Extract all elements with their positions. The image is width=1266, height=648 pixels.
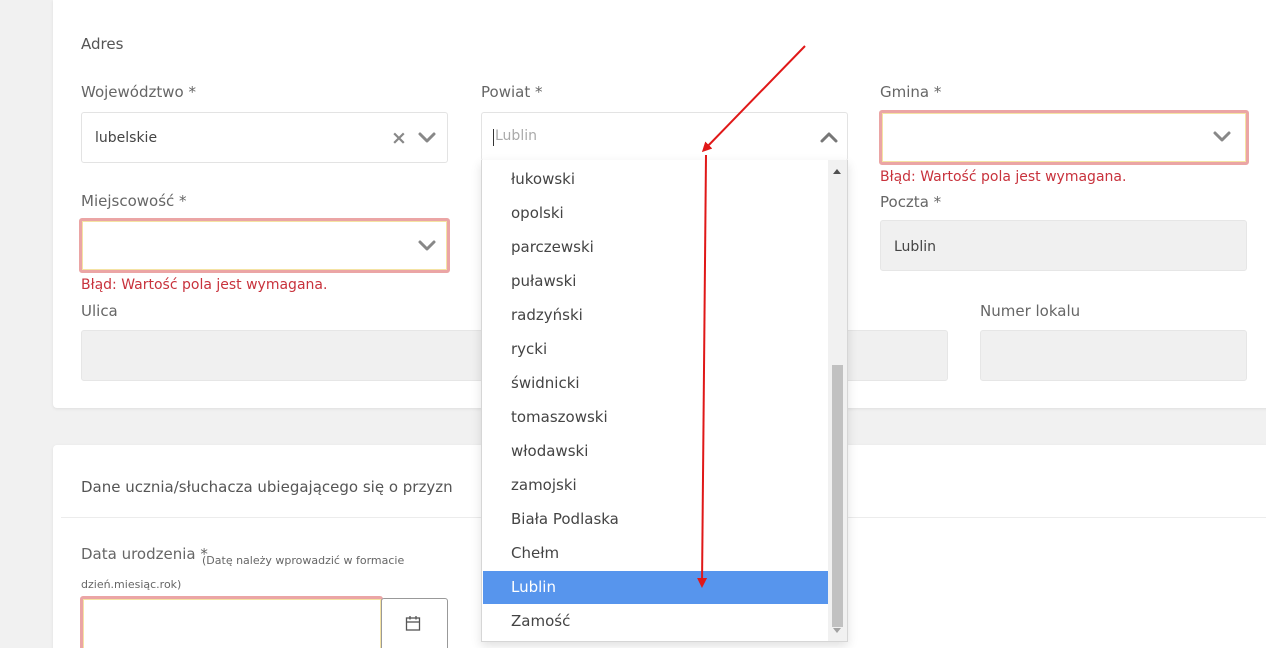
chevron-down-icon[interactable] [417, 239, 437, 253]
calendar-icon [405, 616, 421, 631]
powiat-select[interactable]: Lublin [481, 112, 848, 161]
powiat-label: Powiat * [481, 83, 543, 101]
dropdown-scrollbar[interactable] [828, 160, 847, 641]
dropdown-option[interactable]: Zamość [483, 605, 828, 638]
chevron-down-icon[interactable] [417, 131, 437, 145]
gmina-select[interactable] [879, 110, 1249, 165]
birth-date-input[interactable] [80, 596, 383, 648]
dropdown-option[interactable]: Biała Podlaska [483, 503, 828, 536]
powiat-dropdown-list[interactable]: Zamość Lublin Chełm Biała Podlaska zamojski w… [481, 160, 848, 642]
miejscowosc-select[interactable] [79, 218, 450, 273]
dropdown-option[interactable]: parczewski [483, 231, 828, 264]
powiat-search-input[interactable]: Lublin [493, 128, 537, 146]
gmina-label: Gmina * [880, 83, 942, 101]
numer-lokalu-label: Numer lokalu [980, 302, 1081, 320]
scroll-down-arrow[interactable] [833, 628, 841, 633]
poczta-label: Poczta * [880, 193, 942, 211]
miejscowosc-error: Błąd: Wartość pola jest wymagana. [81, 277, 328, 293]
chevron-up-icon[interactable] [819, 130, 839, 144]
chevron-down-icon[interactable] [1212, 130, 1232, 144]
miejscowosc-label: Miejscowość * [81, 192, 187, 210]
dropdown-option[interactable]: opolski [483, 197, 828, 230]
wojewodztwo-select[interactable]: lubelskie × [81, 112, 448, 163]
dropdown-option[interactable]: włodawski [483, 435, 828, 468]
dropdown-option[interactable]: zamojski [483, 469, 828, 502]
student-section-title: Dane ucznia/słuchacza ubiegającego się o… [81, 478, 453, 496]
dropdown-option[interactable]: świdnicki [483, 367, 828, 400]
address-section-title: Adres [81, 35, 124, 53]
dropdown-option[interactable]: łukowski [483, 163, 828, 196]
dropdown-option[interactable]: Lublin [483, 571, 828, 604]
dropdown-option[interactable]: Chełm [483, 537, 828, 570]
wojewodztwo-value: lubelskie [95, 130, 158, 146]
numer-lokalu-field[interactable] [980, 330, 1247, 381]
scroll-thumb[interactable] [832, 365, 843, 627]
ulica-label: Ulica [81, 302, 118, 320]
poczta-value: Lublin [894, 239, 936, 255]
dropdown-option[interactable]: puławski [483, 265, 828, 298]
calendar-button[interactable] [381, 598, 448, 648]
scroll-up-arrow[interactable] [833, 169, 841, 174]
poczta-field[interactable]: Lublin [880, 220, 1247, 271]
birth-date-hint: (Datę należy wprowadzić w formacie dzień… [81, 554, 405, 591]
gmina-error: Błąd: Wartość pola jest wymagana. [880, 169, 1127, 185]
clear-x-icon[interactable]: × [391, 129, 407, 148]
wojewodztwo-label: Województwo * [81, 83, 196, 101]
dropdown-option[interactable]: radzyński [483, 299, 828, 332]
dropdown-option[interactable]: tomaszowski [483, 401, 828, 434]
dropdown-option[interactable]: rycki [483, 333, 828, 366]
